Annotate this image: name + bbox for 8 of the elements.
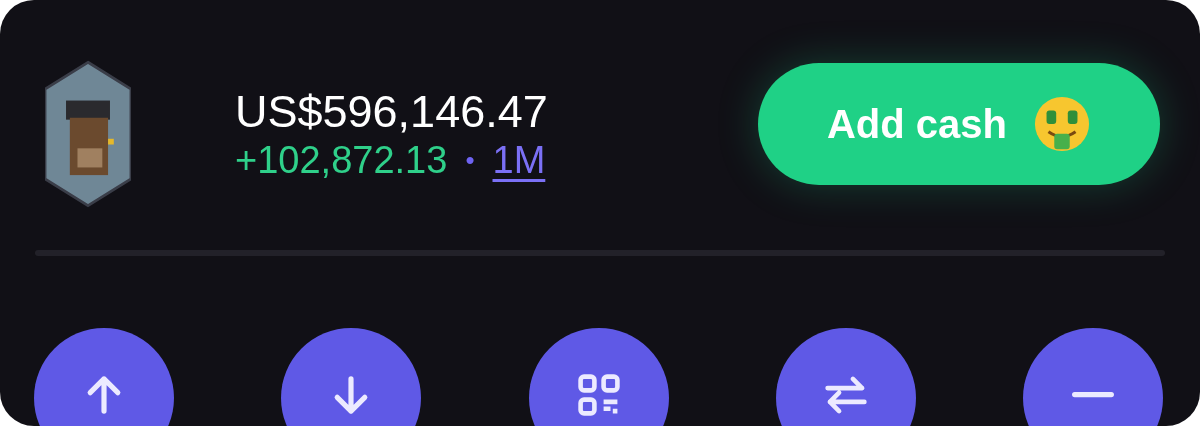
balance-amount: US$596,146.47 bbox=[235, 86, 549, 138]
period-link[interactable]: 1M bbox=[492, 138, 546, 182]
separator-dot: • bbox=[465, 144, 475, 177]
qr-code-icon bbox=[575, 372, 622, 418]
avatar[interactable] bbox=[45, 59, 131, 209]
change-amount: +102,872.13 bbox=[235, 138, 448, 182]
minus-icon bbox=[1070, 390, 1116, 400]
money-face-icon bbox=[1033, 95, 1091, 153]
